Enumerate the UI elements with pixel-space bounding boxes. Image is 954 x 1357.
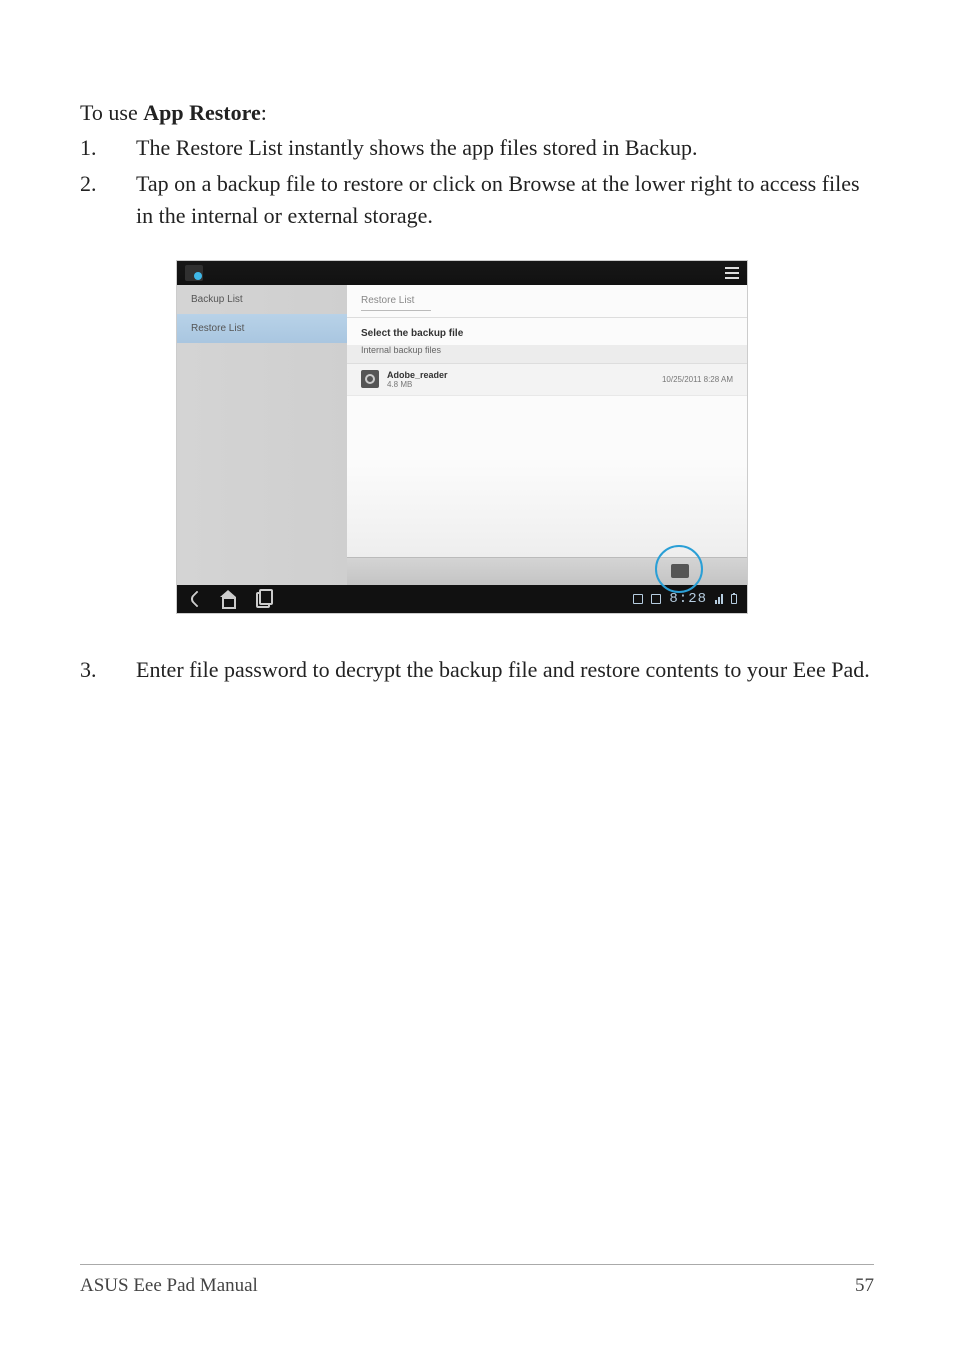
tablet-screenshot: Backup List Restore List Restore List Se… — [176, 260, 748, 614]
tablet-frame: Backup List Restore List Restore List Se… — [176, 260, 748, 614]
heading-line: To use App Restore: — [80, 100, 874, 126]
nav-icons — [187, 591, 271, 607]
steps-list-cont: 3. Enter file password to decrypt the ba… — [80, 654, 874, 686]
battery-icon — [731, 594, 737, 604]
step-number: 2. — [80, 168, 120, 200]
sidebar-item-restore[interactable]: Restore List — [177, 314, 347, 343]
step-1: 1. The Restore List instantly shows the … — [80, 132, 874, 164]
browse-button[interactable] — [671, 564, 689, 578]
main-title: Restore List — [361, 295, 414, 306]
home-icon[interactable] — [221, 591, 237, 607]
step-text: Tap on a backup file to restore or click… — [136, 171, 860, 228]
step-text: The Restore List instantly shows the app… — [136, 135, 698, 160]
status-area[interactable]: 8:28 — [633, 591, 737, 607]
file-date: 10/25/2011 8:28 AM — [662, 375, 733, 384]
app-logo-icon — [185, 265, 203, 281]
steps-list: 1. The Restore List instantly shows the … — [80, 132, 874, 232]
file-icon — [361, 370, 379, 388]
sidebar: Backup List Restore List — [177, 285, 347, 585]
main-header: Restore List — [347, 285, 747, 318]
step-text: Enter file password to decrypt the backu… — [136, 657, 870, 682]
notification-icon — [633, 594, 643, 604]
file-name: Adobe_reader — [387, 370, 662, 380]
page-footer: ASUS Eee Pad Manual 57 — [80, 1264, 874, 1297]
file-meta: Adobe_reader 4.8 MB — [387, 370, 662, 389]
step-2: 2. Tap on a backup file to restore or cl… — [80, 168, 874, 232]
step-number: 1. — [80, 132, 120, 164]
heading-bold: App Restore — [143, 100, 261, 125]
heading-suffix: : — [261, 100, 267, 125]
heading-prefix: To use — [80, 100, 143, 125]
sidebar-item-backup[interactable]: Backup List — [177, 285, 347, 314]
page-number: 57 — [855, 1275, 874, 1297]
section-subheading: Internal backup files — [347, 345, 747, 364]
back-icon[interactable] — [187, 591, 203, 607]
tablet-system-bar: 8:28 — [177, 585, 747, 613]
step-number: 3. — [80, 654, 120, 686]
tablet-body: Backup List Restore List Restore List Se… — [177, 285, 747, 585]
title-underline — [361, 310, 431, 311]
wifi-icon — [715, 594, 723, 604]
recent-apps-icon[interactable] — [255, 591, 271, 607]
tablet-action-bar — [177, 261, 747, 285]
backup-file-row[interactable]: Adobe_reader 4.8 MB 10/25/2011 8:28 AM — [347, 364, 747, 396]
section-heading: Select the backup file — [347, 318, 747, 345]
menu-icon[interactable] — [725, 267, 739, 279]
main-panel: Restore List Select the backup file Inte… — [347, 285, 747, 585]
file-size: 4.8 MB — [387, 380, 662, 389]
bottom-toolbar — [347, 557, 747, 585]
step-3: 3. Enter file password to decrypt the ba… — [80, 654, 874, 686]
clock: 8:28 — [669, 591, 707, 607]
mail-icon — [651, 594, 661, 604]
footer-title: ASUS Eee Pad Manual — [80, 1275, 258, 1297]
